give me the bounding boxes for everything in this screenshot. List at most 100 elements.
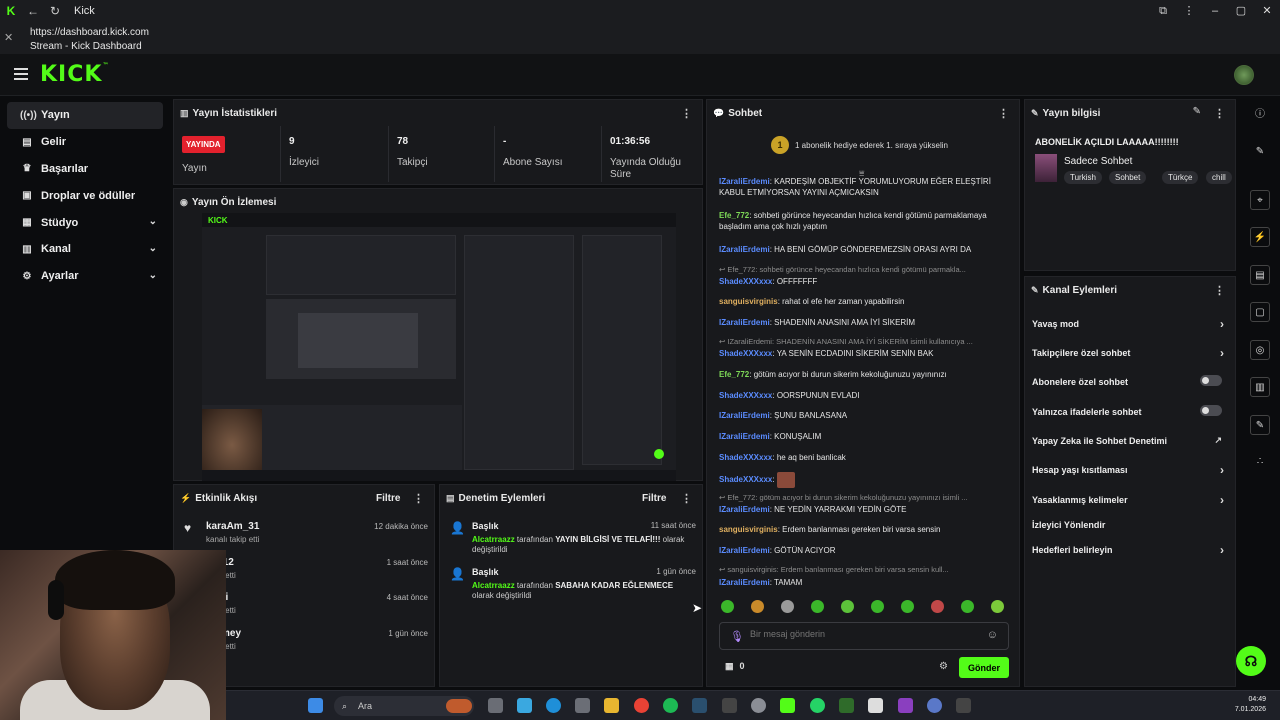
filter-button[interactable]: Filtre <box>642 493 666 504</box>
emote-icon[interactable] <box>721 600 734 613</box>
microphone-icon[interactable]: 🎙 <box>730 630 744 643</box>
chat-username[interactable]: IZaraliErdemi <box>719 432 770 441</box>
channel-action-item[interactable]: Takipçilere özel sohbet › <box>1032 346 1230 360</box>
back-icon[interactable]: ← <box>22 0 44 22</box>
more-icon[interactable]: ⋮ <box>1176 0 1202 22</box>
channel-action-item[interactable]: Yavaş mod › <box>1032 317 1230 331</box>
emote-icon[interactable] <box>751 600 764 613</box>
document-icon[interactable]: ▤ <box>1250 265 1270 285</box>
app-icon[interactable] <box>898 698 913 713</box>
store-icon[interactable] <box>517 698 532 713</box>
menu-icon[interactable] <box>14 68 28 80</box>
chat-username[interactable]: ShadeXXXxxx <box>719 475 772 484</box>
emoji-icon[interactable]: ☺ <box>987 629 998 641</box>
moderator-name[interactable]: Alcatrraazz <box>472 581 515 590</box>
app-icon[interactable] <box>722 698 737 713</box>
widget-icon[interactable] <box>446 699 472 713</box>
chat-username[interactable]: sanguisvirginis <box>719 525 778 534</box>
more-options-icon[interactable]: ⋮ <box>413 492 424 505</box>
edge-icon[interactable] <box>546 698 561 713</box>
more-options-icon[interactable]: ⋮ <box>681 492 692 505</box>
chat-username[interactable]: IZaraliErdemi <box>719 411 770 420</box>
more-options-icon[interactable]: ⋮ <box>998 107 1009 120</box>
sidebar-item-kanal[interactable]: ▥ Kanal ⌄ <box>7 236 163 263</box>
target-icon[interactable]: ⌖ <box>1250 190 1270 210</box>
chat-username[interactable]: Efe_772 <box>719 370 749 379</box>
channel-action-item[interactable]: Abonelere özel sohbet <box>1032 375 1230 387</box>
emote-icon[interactable] <box>841 600 854 613</box>
sidebar-item-droplar[interactable]: ▣ Droplar ve ödüller <box>7 182 163 209</box>
support-icon[interactable]: ☊ <box>1236 646 1266 676</box>
chat-username[interactable]: ShadeXXXxxx <box>719 391 772 400</box>
obs-icon[interactable] <box>751 698 766 713</box>
emote-icon[interactable] <box>961 600 974 613</box>
toggle-switch[interactable] <box>1200 405 1222 416</box>
info-icon[interactable]: ⓘ <box>1250 105 1270 125</box>
moderator-name[interactable]: Alcatrraazz <box>472 535 515 544</box>
channel-action-item[interactable]: Yalnızca ifadelerle sohbet <box>1032 405 1230 417</box>
chat-username[interactable]: IZaraliErdemi <box>719 578 770 586</box>
chat-username[interactable]: ShadeXXXxxx <box>719 277 772 286</box>
taskbar-clock[interactable]: 04:49 7.01.2026 <box>1235 695 1266 715</box>
minimize-button[interactable]: – <box>1202 0 1228 22</box>
channel-action-item[interactable]: Yapay Zeka ile Sohbet Denetimi ↗ <box>1032 435 1230 446</box>
chat-username[interactable]: ShadeXXXxxx <box>719 453 772 462</box>
extensions-icon[interactable]: ⧉ <box>1150 0 1176 22</box>
edit-icon[interactable]: ✎ <box>1193 106 1201 117</box>
sidebar-item-gelir[interactable]: ▤ Gelir <box>7 129 163 156</box>
layout-icon[interactable]: ▥ <box>1250 377 1270 397</box>
close-icon[interactable]: ✕ <box>4 31 13 44</box>
chat-username[interactable]: ShadeXXXxxx <box>719 349 772 358</box>
stream-preview-video[interactable]: KICK <box>202 213 676 481</box>
chat-username[interactable]: IZaraliErdemi <box>719 177 770 186</box>
sidebar-item-basarilar[interactable]: ♛ Başarılar <box>7 156 163 183</box>
more-options-icon[interactable]: ⋮ <box>1214 107 1225 120</box>
folder-icon[interactable] <box>604 698 619 713</box>
chrome-icon[interactable] <box>634 698 649 713</box>
emote-icon[interactable] <box>931 600 944 613</box>
emote-icon[interactable] <box>811 600 824 613</box>
sidebar-item-yayin[interactable]: ((•)) Yayın <box>7 102 163 129</box>
more-options-icon[interactable]: ⋮ <box>681 107 692 120</box>
whatsapp-icon[interactable] <box>810 698 825 713</box>
emote-icon[interactable] <box>991 600 1004 613</box>
apps-icon[interactable] <box>575 698 590 713</box>
reload-icon[interactable]: ↻ <box>44 0 66 22</box>
app-icon[interactable] <box>956 698 971 713</box>
dots-icon[interactable]: ∴ <box>1250 452 1270 472</box>
chat-settings-icon[interactable]: ⚙ <box>939 661 948 672</box>
chat-username[interactable]: IZaraliErdemi <box>719 505 770 514</box>
wrench-icon[interactable]: ✎ <box>1250 415 1270 435</box>
spotify-icon[interactable] <box>663 698 678 713</box>
chat-icon[interactable]: ▢ <box>1250 302 1270 322</box>
channel-action-item[interactable]: İzleyici Yönlendir <box>1032 520 1230 530</box>
sidebar-item-ayarlar[interactable]: ⚙ Ayarlar ⌄ <box>7 263 163 290</box>
maximize-button[interactable]: ▢ <box>1228 0 1254 22</box>
filter-button[interactable]: Filtre <box>376 493 400 504</box>
gift-sub-banner[interactable]: 1 1 abonelik hediye ederek 1. sıraya yüks… <box>771 136 948 154</box>
app-icon[interactable] <box>839 698 854 713</box>
pencil-icon[interactable]: ✎ <box>1250 142 1270 162</box>
channel-action-item[interactable]: Hesap yaşı kısıtlaması › <box>1032 463 1230 477</box>
chat-username[interactable]: sanguisvirginis <box>719 297 778 306</box>
windows-start-icon[interactable] <box>308 698 323 713</box>
stream-category[interactable]: Sadece Sohbet <box>1064 156 1132 167</box>
app-icon[interactable] <box>868 698 883 713</box>
chat-username[interactable]: IZaraliErdemi <box>719 318 770 327</box>
tag[interactable]: chill <box>1206 171 1232 184</box>
url-text[interactable]: https://dashboard.kick.com <box>30 27 149 38</box>
tag[interactable]: Turkish <box>1064 171 1102 184</box>
emote-icon[interactable] <box>871 600 884 613</box>
bolt-icon[interactable]: ⚡ <box>1250 227 1270 247</box>
emote-icon[interactable] <box>901 600 914 613</box>
category-thumbnail[interactable] <box>1035 154 1057 182</box>
channel-points[interactable]: ▦ 0 <box>725 661 745 672</box>
steam-icon[interactable] <box>692 698 707 713</box>
chat-username[interactable]: IZaraliErdemi <box>719 245 770 254</box>
more-options-icon[interactable]: ⋮ <box>1214 284 1225 297</box>
channel-action-item[interactable]: Yasaklanmış kelimeler › <box>1032 493 1230 507</box>
task-view-icon[interactable] <box>488 698 503 713</box>
close-button[interactable]: ✕ <box>1254 0 1280 22</box>
sidebar-item-studyo[interactable]: ▦ Stüdyo ⌄ <box>7 209 163 236</box>
channel-action-item[interactable]: Hedefleri belirleyin › <box>1032 543 1230 557</box>
